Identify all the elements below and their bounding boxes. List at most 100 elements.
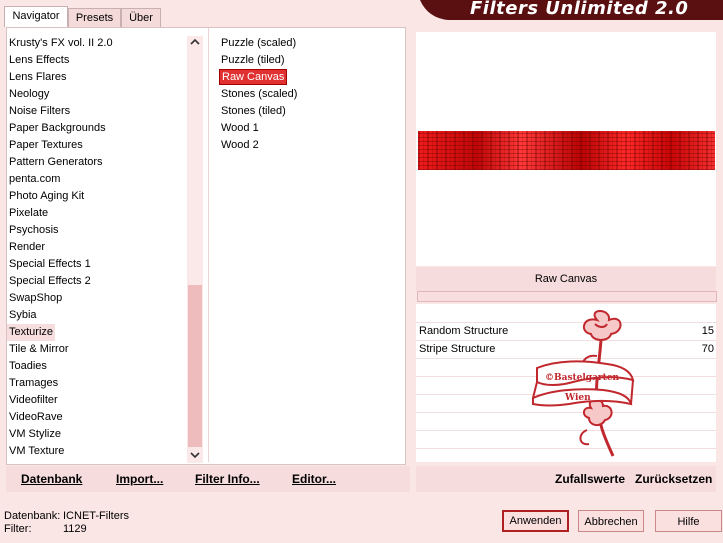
category-row[interactable]: Pixelate [9,205,184,222]
filter-item[interactable]: Stones (tiled) [221,103,401,120]
category-item[interactable]: VM Stylize [9,428,61,440]
random-values-button[interactable]: Zufallswerte [555,466,625,492]
filter-item[interactable]: Puzzle (scaled) [221,35,401,52]
category-row[interactable]: SwapShop [9,290,184,307]
editor-button[interactable]: Editor... [292,466,336,492]
reset-button[interactable]: Zurücksetzen [635,466,712,492]
category-row[interactable]: Special Effects 2 [9,273,184,290]
category-item[interactable]: Neology [9,88,49,100]
category-item[interactable]: Sybia [9,309,37,321]
category-item[interactable]: Paper Textures [9,139,83,151]
app-title: Filters Unlimited 2.0 [470,0,689,19]
category-row[interactable]: Videofilter [9,392,184,409]
category-row[interactable]: Special Effects 1 [9,256,184,273]
category-item[interactable]: Pixelate [9,207,48,219]
selected-filter-name: Raw Canvas [416,267,716,291]
watermark-logo: ©Bastelgarten Wien [532,310,635,457]
filter-item-label: Stones (tiled) [221,105,286,117]
category-list[interactable]: Krusty's FX vol. II 2.0 Lens Effects Lens … [7,35,184,460]
category-item[interactable]: Tile & Mirror [9,343,68,355]
category-item[interactable]: Photo Aging Kit [9,190,84,202]
filter-item[interactable]: Wood 2 [221,137,401,154]
status-database-label: Datenbank: [4,510,61,522]
filter-item-label: Puzzle (tiled) [221,54,285,66]
category-row[interactable]: Toadies [9,358,184,375]
category-row[interactable]: Photo Aging Kit [9,188,184,205]
category-item[interactable]: penta.com [9,173,60,185]
category-item[interactable]: SwapShop [9,292,62,304]
list-divider [208,28,209,462]
category-row[interactable]: VM Stylize [9,426,184,443]
category-item[interactable]: Videofilter [9,394,58,406]
category-item[interactable]: VideoRave [9,411,63,423]
import-button[interactable]: Import... [116,466,163,492]
category-row[interactable]: Tramages [9,375,184,392]
watermark-text-line1: ©Bastelgarten [545,373,620,383]
category-item[interactable]: Lens Effects [9,54,69,66]
category-item[interactable]: Texturize [7,324,56,341]
category-item[interactable]: Pattern Generators [9,156,103,168]
category-item[interactable]: Toadies [9,360,47,372]
filter-item-label: Stones (scaled) [221,88,298,100]
category-row[interactable]: Lens Effects [9,52,184,69]
editor-label: Editor... [292,472,337,486]
filter-item-label: Puzzle (scaled) [221,37,297,49]
category-row[interactable]: Paper Textures [9,137,184,154]
param-label: Stripe Structure [419,343,496,355]
filter-item-label: Wood 1 [221,122,259,134]
param-value[interactable]: 70 [702,340,714,358]
status-filter-value: 1129 [63,523,87,535]
category-item[interactable]: Krusty's FX vol. II 2.0 [9,37,113,49]
filter-info-button[interactable]: Filter Info... [195,466,260,492]
category-item[interactable]: Special Effects 1 [9,258,91,270]
category-item[interactable]: Noise Filters [9,105,70,117]
category-row[interactable]: Paper Backgrounds [9,120,184,137]
category-item[interactable]: Lens Flares [9,71,66,83]
import-label: Import... [116,472,164,486]
database-label: Datenbank [21,472,83,486]
scrollbar-thumb[interactable] [188,285,202,447]
category-item[interactable]: VM Texture [9,445,64,457]
filter-item[interactable]: Stones (scaled) [221,86,401,103]
category-row[interactable]: Noise Filters [9,103,184,120]
preview-image [418,131,715,170]
tab-presets[interactable]: Presets [68,8,121,27]
filter-item[interactable]: Wood 1 [221,120,401,137]
category-item[interactable]: Paper Backgrounds [9,122,106,134]
chevron-down-icon[interactable] [187,449,203,463]
category-row[interactable]: Tile & Mirror [9,341,184,358]
category-row[interactable]: VideoRave [9,409,184,426]
param-label: Random Structure [419,325,509,337]
category-row[interactable]: penta.com [9,171,184,188]
category-item[interactable]: Tramages [9,377,58,389]
category-row[interactable]: Psychosis [9,222,184,239]
filter-item[interactable]: Puzzle (tiled) [221,52,401,69]
category-item[interactable]: Render [9,241,45,253]
category-row[interactable]: Krusty's FX vol. II 2.0 [9,35,184,52]
database-button[interactable]: Datenbank [21,466,82,492]
filter-list[interactable]: Puzzle (scaled) Puzzle (tiled) Raw Canvas S… [219,35,401,154]
filter-item-label: Raw Canvas [219,69,288,85]
tab-about[interactable]: Über [121,8,161,27]
filter-item[interactable]: Raw Canvas [219,69,401,86]
param-value[interactable]: 15 [702,322,714,340]
category-item[interactable]: Special Effects 2 [9,275,91,287]
category-row[interactable]: Neology [9,86,184,103]
apply-button[interactable]: Anwenden [502,510,569,532]
category-row[interactable]: VM Texture [9,443,184,460]
category-item[interactable]: Psychosis [9,224,59,236]
category-row[interactable]: Render [9,239,184,256]
cancel-button[interactable]: Abbrechen [578,510,644,532]
category-row[interactable]: Pattern Generators [9,154,184,171]
filter-item-label: Wood 2 [221,139,259,151]
preset-input[interactable] [417,291,717,302]
filter-info-label: Filter Info... [195,472,260,486]
watermark-text-line2: Wien [564,393,591,403]
category-row[interactable]: Sybia [9,307,184,324]
category-row[interactable]: Lens Flares [9,69,184,86]
tab-navigator[interactable]: Navigator [4,6,68,27]
help-button[interactable]: Hilfe [655,510,722,532]
chevron-up-icon[interactable] [187,36,203,50]
status-filter-label: Filter: [4,523,32,535]
category-row[interactable]: Texturize [7,324,184,341]
